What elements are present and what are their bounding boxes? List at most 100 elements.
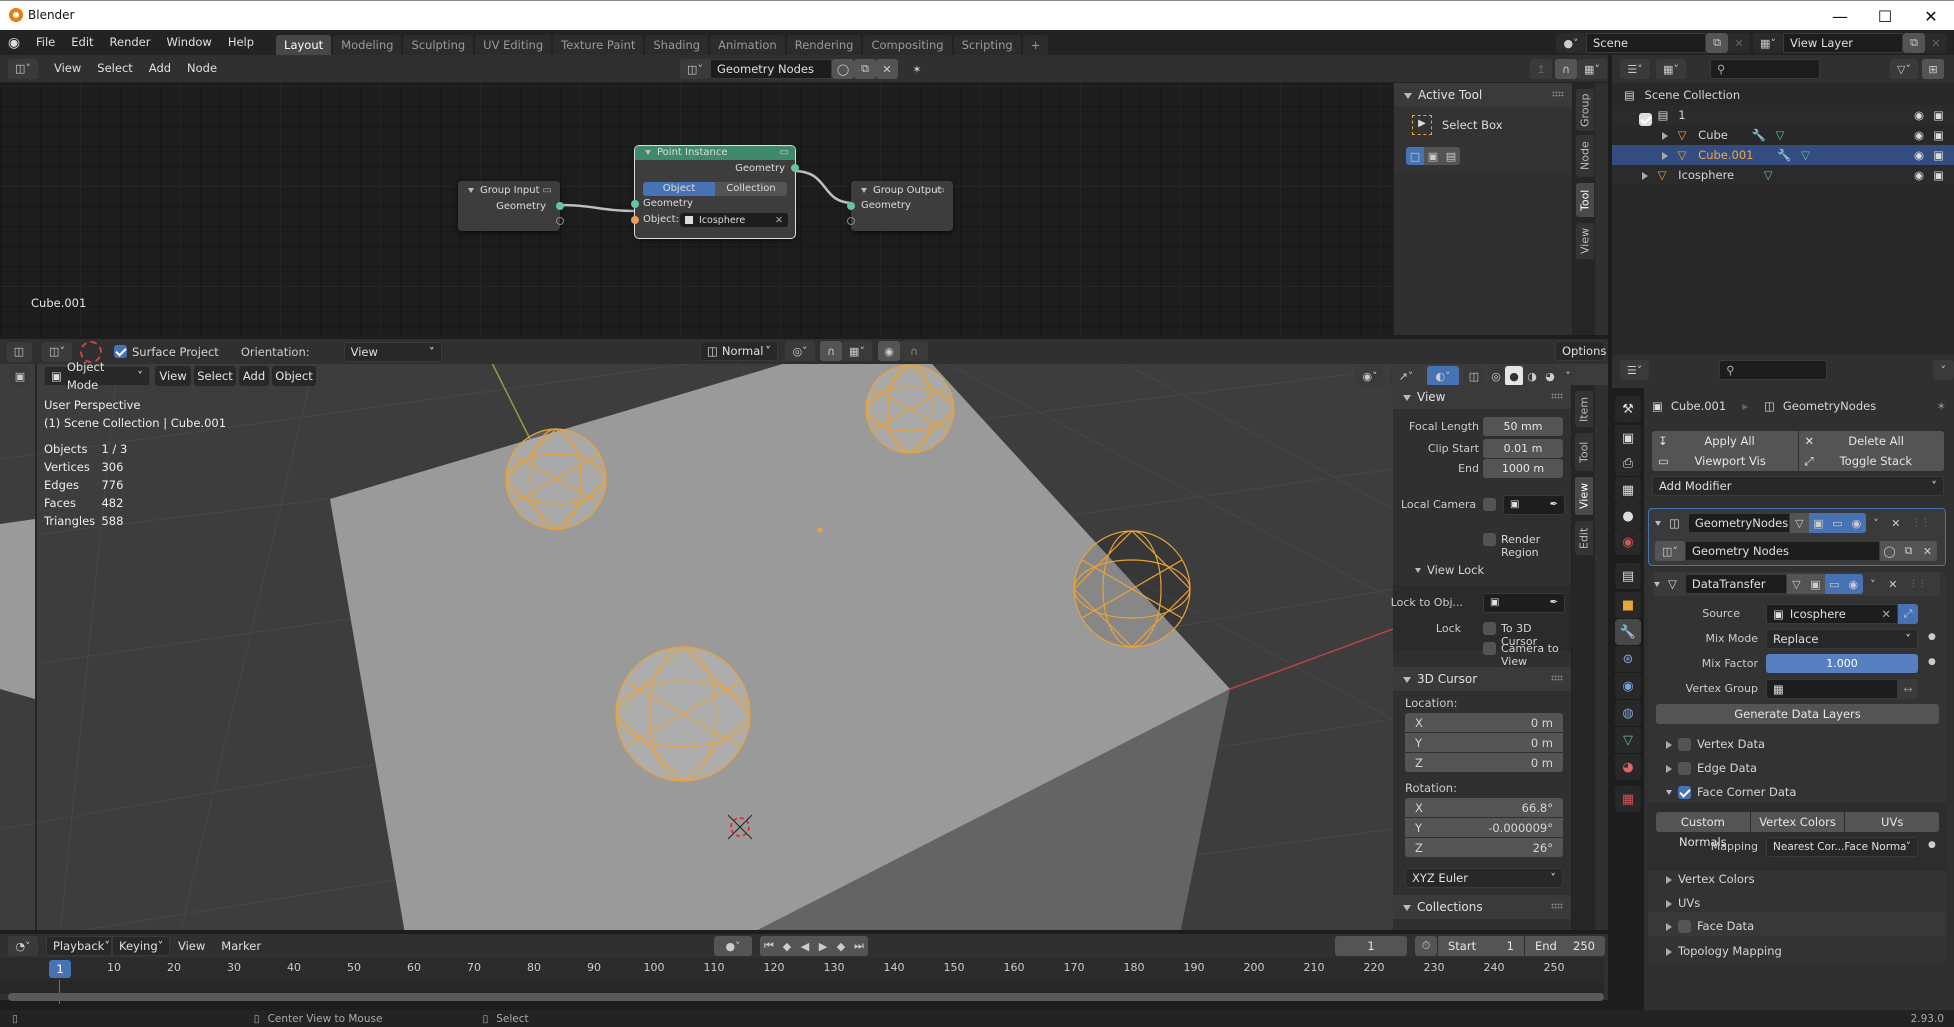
tab-rendering[interactable]: Rendering <box>786 35 862 55</box>
proportional-edit-icon[interactable]: ◉ <box>878 341 900 361</box>
collapse-toggle[interactable] <box>1654 581 1660 587</box>
timeline-ruler[interactable]: 10 20 30 40 50 60 70 80 90 100 110 120 130 140 150 160 1… <box>0 958 1604 980</box>
topology-mapping-section[interactable]: Topology Mapping <box>1666 944 1782 958</box>
timeline-menu-marker[interactable]: Marker <box>213 934 269 959</box>
outliner-item-cube-001[interactable]: ▽ Cube.001 🔧 ▽ ◉ ▣ <box>1612 145 1954 165</box>
snap-magnet-icon[interactable]: ∩ <box>1555 59 1577 79</box>
snap-mode-icon[interactable]: ▦˅ <box>1577 59 1607 79</box>
playhead[interactable]: 1 <box>49 960 71 978</box>
tab-tool[interactable]: Tool <box>1576 183 1594 217</box>
texture-tab-icon[interactable]: ▦ <box>1615 786 1641 812</box>
viewport-vis-button[interactable]: ▭ Viewport Vis <box>1652 450 1798 471</box>
uvs-subsection[interactable]: UVs <box>1666 896 1700 910</box>
node-menu-view[interactable]: View <box>46 56 89 81</box>
node-editor-canvas[interactable]: Group Input ▭ Geometry Point Instance ▭ … <box>0 83 1393 335</box>
duplicate-node-group-icon[interactable]: ⧉ <box>1899 541 1918 561</box>
material-shading-icon[interactable]: ◑ <box>1523 366 1541 386</box>
camera-icon[interactable]: ▣ <box>1933 165 1944 185</box>
eye-icon[interactable]: ◉ <box>1914 105 1924 125</box>
camera-icon[interactable]: ▣ <box>1933 125 1944 145</box>
menu-window[interactable]: Window <box>158 30 219 55</box>
tab-shading[interactable]: Shading <box>645 35 709 55</box>
mesh-data-icon[interactable]: ▽ <box>1801 148 1810 162</box>
orientation-dropdown[interactable]: View ˅ <box>343 341 442 362</box>
new-collection-icon[interactable]: ⊞ <box>1922 59 1944 79</box>
snap-icon[interactable]: ∩ <box>820 341 842 361</box>
pin-icon[interactable]: ✶ <box>1936 399 1946 413</box>
scene-tab-icon[interactable]: ● <box>1615 503 1641 529</box>
new-view-layer-icon[interactable]: ⧉ <box>1903 33 1925 53</box>
proportional-falloff-icon[interactable]: ∩ <box>900 341 928 361</box>
tab-group[interactable]: Group <box>1576 89 1594 131</box>
node-tree-browse-icon[interactable]: ◫˅ <box>680 59 710 79</box>
location-y-field[interactable]: Y0 m <box>1405 733 1563 752</box>
display-mode-icon[interactable]: ▦˅ <box>1656 59 1686 79</box>
drag-grip-icon[interactable]: ⋮⋮ <box>1909 579 1927 589</box>
collapse-toggle[interactable] <box>1655 520 1661 526</box>
delete-all-button[interactable]: ✕ Delete All <box>1798 430 1944 451</box>
eye-icon[interactable]: ◉ <box>1914 145 1924 165</box>
unlink-node-tree-icon[interactable]: ✕ <box>876 59 898 79</box>
clip-end-field[interactable]: 1000 m <box>1483 459 1563 478</box>
mode-object-button[interactable]: Object <box>643 182 715 196</box>
tool-tab-icon[interactable]: ⚒ <box>1615 396 1641 422</box>
view-lock-subpanel-header[interactable]: View Lock <box>1415 563 1484 577</box>
edge-data-checkbox[interactable] <box>1678 762 1691 775</box>
node-group-browse-icon[interactable]: ◫˅ <box>1655 541 1685 561</box>
view-panel-header[interactable]: View <box>1393 385 1571 409</box>
delete-scene-icon[interactable]: ✕ <box>1728 33 1750 53</box>
material-tab-icon[interactable]: ◕ <box>1615 754 1641 780</box>
close-button[interactable]: ✕ <box>1908 1 1954 31</box>
node-header[interactable]: Group Output ▭ <box>851 181 953 201</box>
prev-keyframe-icon[interactable]: ◆ <box>778 936 796 956</box>
overlays-icon[interactable]: ◐˅ <box>1427 366 1459 386</box>
constraints-tab-icon[interactable]: ◍ <box>1615 700 1641 726</box>
source-object-field[interactable]: ▣ Icosphere ✕ <box>1766 604 1898 624</box>
expand-toggle[interactable] <box>1662 131 1668 140</box>
object-field[interactable]: Icosphere ✕ <box>680 213 788 227</box>
3d-cursor-panel-header[interactable]: 3D Cursor <box>1393 667 1571 691</box>
tab-layout[interactable]: Layout <box>276 35 332 55</box>
gizmo-icon[interactable]: ↗˅ <box>1389 366 1423 386</box>
input-geometry-socket[interactable] <box>631 200 639 208</box>
menu-edit[interactable]: Edit <box>63 30 101 55</box>
tab-sculpting[interactable]: Sculpting <box>403 35 474 55</box>
select-mode-extend-icon[interactable]: ▣ <box>1424 147 1442 165</box>
rotation-mode-dropdown[interactable]: XYZ Euler ˅ <box>1405 868 1563 888</box>
clear-source-icon[interactable]: ✕ <box>1881 605 1891 623</box>
eyedropper-icon[interactable]: ✒ <box>1550 496 1558 514</box>
clear-object-icon[interactable]: ✕ <box>775 215 783 226</box>
modifier-menu-chevron-icon[interactable]: ˅ <box>1863 574 1883 594</box>
jump-end-icon[interactable]: ⏭ <box>850 936 868 956</box>
select-mode-subtract-icon[interactable]: ▤ <box>1442 147 1460 165</box>
physics-tab-icon[interactable]: ◉ <box>1615 673 1641 699</box>
viewport-menu-select[interactable]: Select <box>194 366 236 386</box>
editor-type-icon[interactable]: ☰˅ <box>1620 59 1650 79</box>
edge-data-section[interactable]: Edge Data <box>1666 761 1757 775</box>
filter-icon[interactable]: ▽˅ <box>1890 59 1918 79</box>
face-data-checkbox[interactable] <box>1678 920 1691 933</box>
custom-normals-toggle[interactable]: Custom Normals <box>1656 811 1750 849</box>
node-tree-name-field[interactable]: Geometry Nodes <box>710 59 832 79</box>
viewport-menu-view[interactable]: View <box>155 366 191 386</box>
toggle-stack-button[interactable]: ⤢ Toggle Stack <box>1798 450 1944 471</box>
blender-menu-icon[interactable]: ◉ <box>0 35 28 51</box>
outliner-item-icosphere[interactable]: ▽ Icosphere ▽ ◉ ▣ <box>1612 165 1954 185</box>
play-icon[interactable]: ▶ <box>814 936 832 956</box>
generate-data-layers-button[interactable]: Generate Data Layers <box>1656 704 1939 724</box>
empty-socket[interactable] <box>556 217 564 225</box>
local-camera-checkbox[interactable] <box>1483 498 1496 511</box>
world-tab-icon[interactable]: ◉ <box>1615 529 1641 555</box>
render-tab-icon[interactable]: ▣ <box>1615 425 1641 451</box>
node-menu-add[interactable]: Add <box>141 56 179 81</box>
on-cage-toggle-icon[interactable]: ▣ <box>1808 513 1828 533</box>
shading-options-icon[interactable]: ˅ <box>1559 366 1577 386</box>
rendered-shading-icon[interactable]: ◕ <box>1541 366 1559 386</box>
tab-scripting[interactable]: Scripting <box>953 35 1021 55</box>
face-data-section[interactable]: Face Data <box>1666 919 1754 933</box>
node-point-instance[interactable]: Point Instance ▭ Geometry Object Collect… <box>631 145 799 239</box>
face-corner-data-section[interactable]: Face Corner Data <box>1666 785 1796 799</box>
keyframe-dot-icon[interactable]: ● <box>1928 840 1936 850</box>
edit-mode-toggle-icon[interactable]: ▽ <box>1789 513 1809 533</box>
outliner-item-cube[interactable]: ▽ Cube 🔧 ▽ ◉ ▣ <box>1612 125 1954 145</box>
